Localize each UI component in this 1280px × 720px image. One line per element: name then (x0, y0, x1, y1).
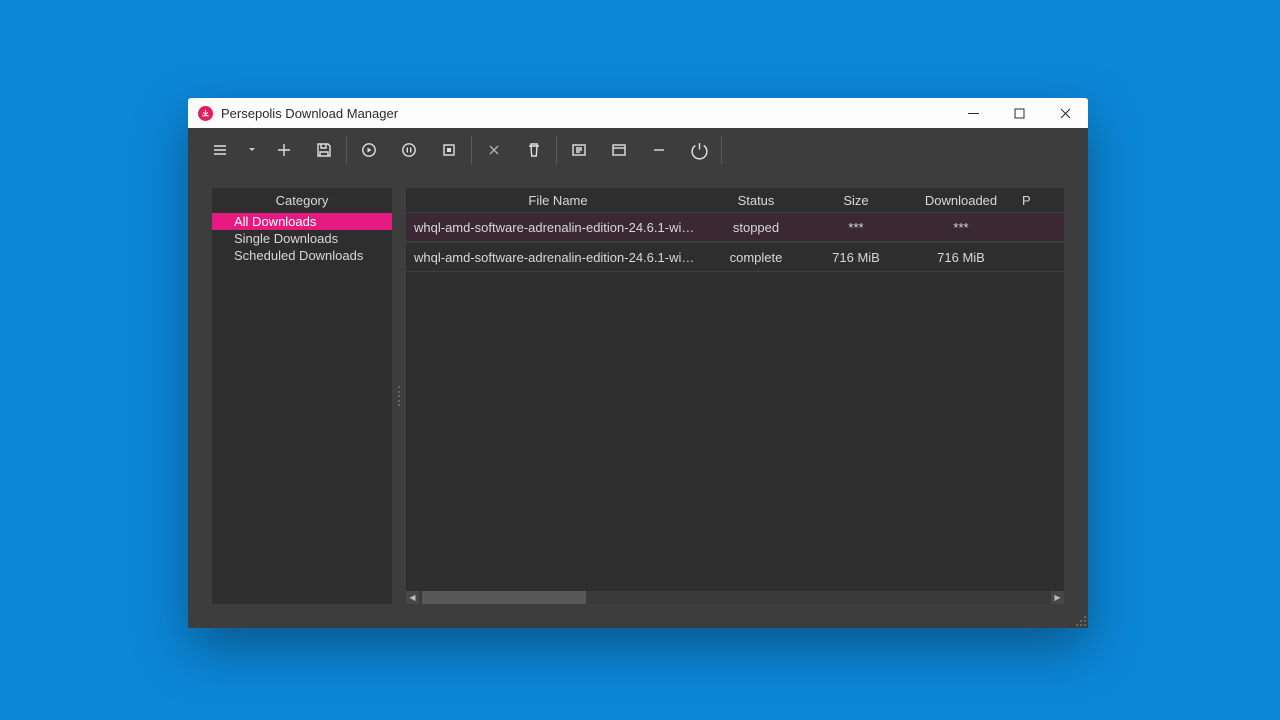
menu-button[interactable] (200, 128, 240, 172)
content-area: Category All Downloads Single Downloads … (188, 172, 1088, 628)
open-window-button[interactable] (599, 128, 639, 172)
pause-icon (401, 142, 417, 158)
col-overflow[interactable]: P (1016, 188, 1050, 212)
horizontal-scrollbar[interactable]: ◀ ▶ (406, 591, 1064, 604)
sidebar-item-single-downloads[interactable]: Single Downloads (212, 230, 392, 247)
col-downloaded[interactable]: Downloaded (906, 188, 1016, 212)
add-download-button[interactable] (264, 128, 304, 172)
cell-status: complete (706, 243, 806, 271)
category-sidebar: Category All Downloads Single Downloads … (212, 188, 392, 604)
minimize-tray-button[interactable] (639, 128, 679, 172)
chevron-down-icon (248, 146, 256, 154)
scroll-right-arrow[interactable]: ▶ (1051, 591, 1064, 604)
toolbar-separator (556, 136, 557, 164)
table-body: whql-amd-software-adrenalin-edition-24.6… (406, 212, 1064, 591)
remove-button[interactable] (474, 128, 514, 172)
cell-downloaded: 716 MiB (906, 243, 1016, 271)
table-header: File Name Status Size Downloaded P (406, 188, 1064, 212)
scroll-left-arrow[interactable]: ◀ (406, 591, 419, 604)
downloads-table: File Name Status Size Downloaded P whql-… (406, 188, 1064, 591)
disk-icon (316, 142, 332, 158)
window-title: Persepolis Download Manager (221, 106, 398, 121)
properties-button[interactable] (559, 128, 599, 172)
cell-overflow (1016, 243, 1050, 271)
stop-button[interactable] (429, 128, 469, 172)
col-status[interactable]: Status (706, 188, 806, 212)
sidebar-item-scheduled-downloads[interactable]: Scheduled Downloads (212, 247, 392, 264)
app-window: Persepolis Download Manager (188, 98, 1088, 628)
close-icon (486, 142, 502, 158)
details-icon (571, 142, 587, 158)
power-icon (689, 140, 710, 161)
menu-icon (212, 142, 228, 158)
power-button[interactable] (679, 128, 719, 172)
delete-button[interactable] (514, 128, 554, 172)
pause-button[interactable] (389, 128, 429, 172)
splitter-handle[interactable] (392, 188, 406, 604)
window-body: Category All Downloads Single Downloads … (188, 128, 1088, 628)
cell-overflow (1016, 213, 1050, 241)
play-icon (361, 142, 377, 158)
col-filename[interactable]: File Name (406, 188, 706, 212)
window-minimize-button[interactable] (950, 98, 996, 128)
menu-dropdown-button[interactable] (240, 128, 264, 172)
sidebar-item-all-downloads[interactable]: All Downloads (212, 213, 392, 230)
cell-size: *** (806, 213, 906, 241)
toolbar-separator (471, 136, 472, 164)
stop-icon (441, 142, 457, 158)
table-row[interactable]: whql-amd-software-adrenalin-edition-24.6… (406, 212, 1064, 242)
plus-icon (276, 142, 292, 158)
toolbar-separator (346, 136, 347, 164)
toolbar (188, 128, 1088, 172)
resume-button[interactable] (349, 128, 389, 172)
cell-filename: whql-amd-software-adrenalin-edition-24.6… (406, 213, 706, 241)
sidebar-header: Category (212, 188, 392, 213)
minus-icon (651, 142, 667, 158)
scroll-track[interactable] (419, 591, 1051, 604)
cell-status: stopped (706, 213, 806, 241)
app-icon (198, 106, 213, 121)
window-icon (611, 142, 627, 158)
window-close-button[interactable] (1042, 98, 1088, 128)
downloads-panel: File Name Status Size Downloaded P whql-… (406, 188, 1064, 604)
table-row[interactable]: whql-amd-software-adrenalin-edition-24.6… (406, 242, 1064, 272)
cell-size: 716 MiB (806, 243, 906, 271)
trash-icon (526, 142, 542, 158)
window-maximize-button[interactable] (996, 98, 1042, 128)
col-size[interactable]: Size (806, 188, 906, 212)
titlebar[interactable]: Persepolis Download Manager (188, 98, 1088, 128)
save-button[interactable] (304, 128, 344, 172)
toolbar-separator (721, 136, 722, 164)
cell-downloaded: *** (906, 213, 1016, 241)
scroll-thumb[interactable] (422, 591, 586, 604)
cell-filename: whql-amd-software-adrenalin-edition-24.6… (406, 243, 706, 271)
